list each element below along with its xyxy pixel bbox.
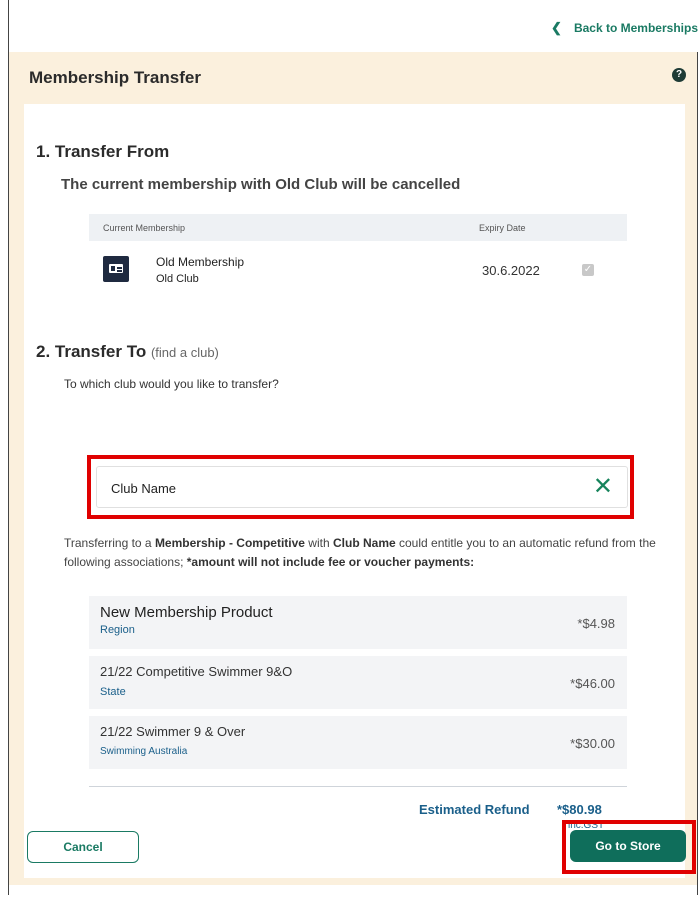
cancellation-note: The current membership with Old Club wil… [61,176,461,193]
estimated-refund-label: Estimated Refund [419,802,530,817]
refund-org: State [100,686,126,698]
top-bar: ❮ Back to Memberships [9,0,698,52]
table-header: Current Membership Expiry Date [89,214,627,241]
club-search-input[interactable]: Club Name ✕ [96,466,628,508]
refund-explanation: Transferring to a Membership - Competiti… [64,536,656,569]
question-circle-icon[interactable]: ? [672,68,686,82]
current-membership-table: Current Membership Expiry Date Old Membe… [89,214,627,301]
refund-amount: *$30.00 [570,736,615,751]
transfer-from-title: 1. Transfer From [36,142,170,161]
card-header: Membership Transfer ? [9,52,697,104]
chevron-left-icon: ❮ [551,20,562,35]
col-current-membership: Current Membership [103,223,186,233]
refund-product-name: New Membership Product [100,604,273,621]
list-item: New Membership Product Region *$4.98 [89,596,627,649]
transfer-to-title: 2. Transfer To [36,342,147,361]
refund-amount: *$4.98 [577,616,615,631]
col-expiry-date: Expiry Date [479,223,526,233]
refund-product-name: 21/22 Competitive Swimmer 9&O [100,664,293,679]
estimated-refund-amount: *$80.98 [557,802,602,817]
refund-amount: *$46.00 [570,676,615,691]
refund-org: Region [100,624,135,636]
transfer-panel: 1. Transfer From The current membership … [24,104,685,878]
find-a-club-link[interactable]: (find a club) [151,345,219,360]
cancel-button[interactable]: Cancel [27,831,139,863]
transfer-to-heading: 2. Transfer To (find a club) [36,342,219,362]
list-item: 21/22 Competitive Swimmer 9&O State *$46… [89,656,627,709]
go-to-store-button[interactable]: Go to Store [570,830,686,862]
membership-transfer-card: Membership Transfer ? 1. Transfer From T… [9,52,697,885]
transfer-question: To which club would you like to transfer… [64,377,279,391]
refund-list: New Membership Product Region *$4.98 21/… [89,596,627,776]
membership-name: Old Membership [156,255,245,269]
back-to-memberships-link[interactable]: ❮ Back to Memberships [551,20,698,36]
close-x-icon[interactable]: ✕ [593,475,613,499]
membership-club: Old Club [156,273,199,285]
list-item: 21/22 Swimmer 9 & Over Swimming Australi… [89,716,627,769]
page-title: Membership Transfer [29,68,201,87]
divider [89,786,627,787]
refund-product-name: 21/22 Swimmer 9 & Over [100,724,246,739]
back-link-label: Back to Memberships [573,21,698,35]
membership-checkbox[interactable]: ✓ [582,264,594,276]
table-row: Old Membership Old Club 30.6.2022 ✓ [89,241,627,301]
expiry-date: 30.6.2022 [482,263,540,278]
membership-card-icon [103,256,129,282]
club-input-value: Club Name [111,481,177,496]
refund-org: Swimming Australia [100,746,188,757]
